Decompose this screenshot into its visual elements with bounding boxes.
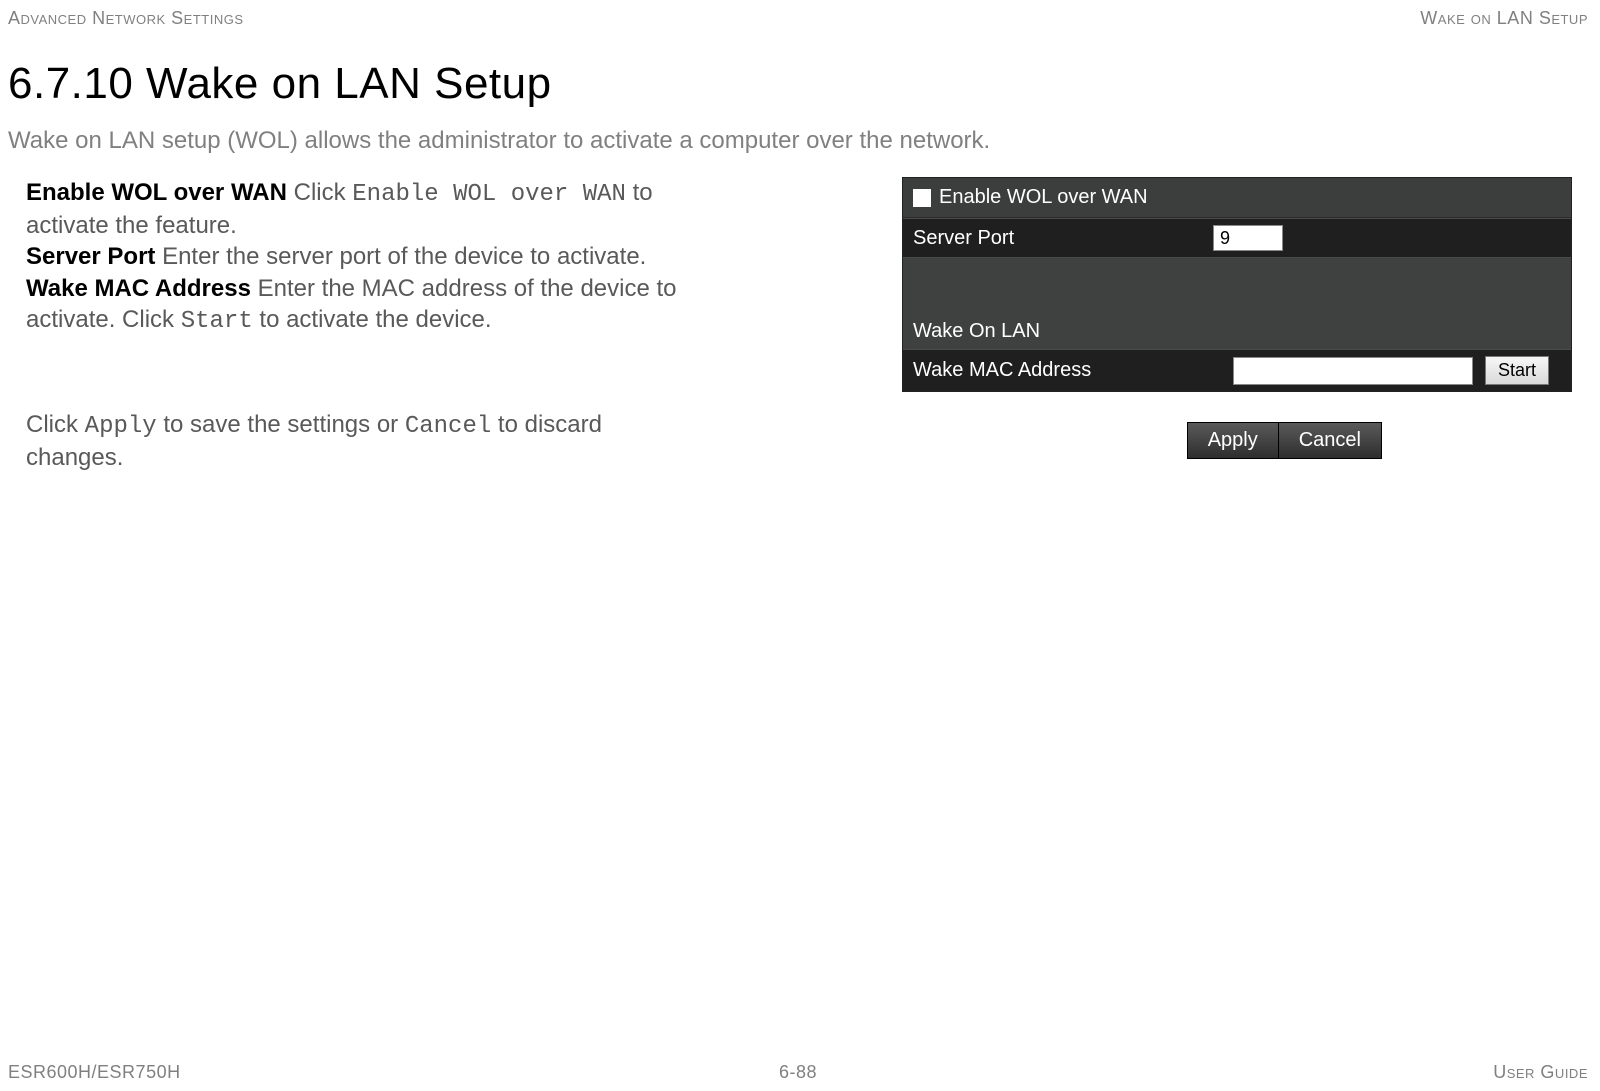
- footer-center: 6-88: [779, 1062, 817, 1083]
- header-right: Wake on LAN Setup: [1420, 8, 1588, 29]
- enable-label: Enable WOL over WAN: [939, 186, 1148, 209]
- server-port-label: Server Port: [913, 227, 1213, 250]
- code-start: Start: [181, 308, 253, 335]
- start-button[interactable]: Start: [1485, 356, 1549, 385]
- mac-input[interactable]: [1233, 357, 1473, 385]
- apply-button[interactable]: Apply: [1188, 423, 1279, 458]
- description-block: Enable WOL over WAN Click Enable WOL ove…: [26, 177, 703, 337]
- cancel-button[interactable]: Cancel: [1279, 423, 1381, 458]
- text-enable-pre: Click: [287, 179, 352, 206]
- text-server: Enter the server port of the device to a…: [155, 243, 646, 270]
- text-mac-post: to activate the device.: [253, 306, 492, 333]
- mac-row: Wake MAC Address Start: [903, 349, 1571, 391]
- term-mac: Wake MAC Address: [26, 275, 251, 302]
- code-enable: Enable WOL over WAN: [352, 181, 626, 208]
- term-server: Server Port: [26, 243, 155, 270]
- term-enable: Enable WOL over WAN: [26, 179, 287, 206]
- apply-block: Click Apply to save the settings or Canc…: [26, 409, 703, 473]
- footer-right: User Guide: [1493, 1062, 1588, 1083]
- intro-text: Wake on LAN setup (WOL) allows the admin…: [8, 127, 1572, 155]
- code-cancel: Cancel: [405, 413, 491, 440]
- mac-label: Wake MAC Address: [913, 359, 1233, 382]
- code-apply: Apply: [85, 413, 157, 440]
- apply-pre: Click: [26, 411, 85, 438]
- button-row: Apply Cancel: [1187, 422, 1382, 459]
- router-panel: Enable WOL over WAN Server Port Wake On …: [902, 177, 1572, 392]
- page-title: 6.7.10 Wake on LAN Setup: [8, 59, 1572, 109]
- apply-mid: to save the settings or: [157, 411, 405, 438]
- header-left: Advanced Network Settings: [8, 8, 244, 29]
- enable-row: Enable WOL over WAN: [903, 178, 1571, 218]
- wol-section-label: Wake On LAN: [903, 258, 1571, 349]
- server-port-row: Server Port: [903, 218, 1571, 258]
- footer-left: ESR600H/ESR750H: [8, 1062, 181, 1083]
- enable-checkbox[interactable]: [913, 189, 931, 207]
- server-port-input[interactable]: [1213, 225, 1283, 251]
